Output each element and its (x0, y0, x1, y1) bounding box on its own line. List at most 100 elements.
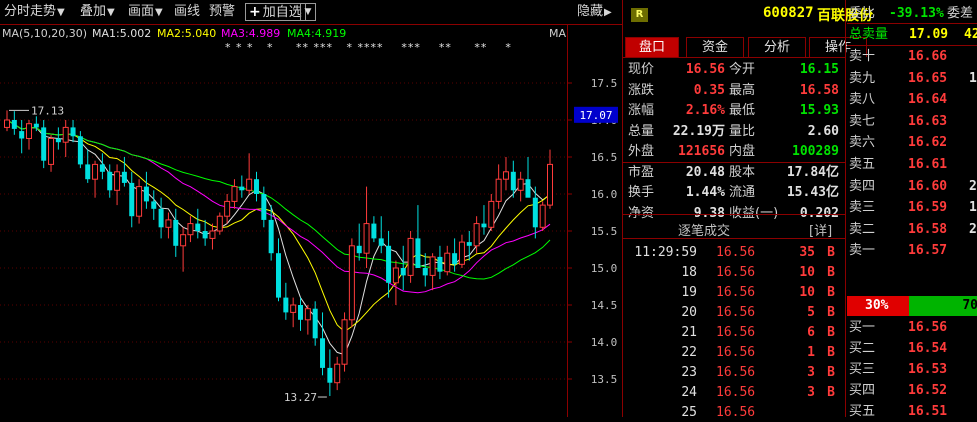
candle-body (209, 230, 216, 239)
candle-body (298, 305, 304, 320)
trade-volume: 10 (799, 265, 815, 280)
quote-label: 最高 (729, 82, 756, 98)
ask-level: 卖七 16.63 (847, 112, 977, 131)
candle-body (231, 186, 238, 202)
quote-value: 2.60 (807, 123, 839, 139)
ask-level: 卖十 16.66 (847, 47, 977, 66)
ask-label: 卖六 (849, 135, 876, 151)
timeshare-button[interactable]: 分时走势▼ (4, 3, 65, 21)
trade-volume: 3 (807, 385, 815, 400)
bid-level: 买五 16.51 (847, 402, 977, 421)
quote-row: 市盈 20.48 股本 17.84亿 (623, 163, 845, 182)
candle-body (415, 238, 421, 268)
quote-label: 市盈 (628, 164, 655, 180)
ask-level: 卖九 16.65 1 (847, 69, 977, 88)
ask-label: 卖二 (849, 221, 876, 237)
candle-body (532, 197, 538, 228)
ask-label: 卖四 (849, 178, 876, 194)
bid-price: 16.52 (908, 383, 948, 398)
buy-ratio-label: 70 (962, 298, 977, 313)
ask-price: 16.64 (908, 92, 948, 108)
ask-label: 卖三 (849, 200, 876, 216)
y-tick-label: 15.5 (591, 225, 618, 238)
trade-direction: B (827, 365, 835, 380)
alert-button[interactable]: 预警 (209, 3, 235, 21)
candle-body (26, 123, 33, 139)
candle-body (92, 163, 99, 180)
expand-arrow-icon: ▶ (604, 7, 612, 18)
dropdown-arrow-icon: ▼ (155, 7, 163, 18)
tab-analysis[interactable]: 分析 (748, 37, 806, 57)
trade-volume: 1 (807, 345, 815, 360)
dropdown-arrow-icon: ▼ (57, 7, 65, 18)
overlay-button[interactable]: 叠加▼ (80, 3, 115, 21)
total-sell-extra: 42 (964, 27, 977, 42)
add-watchlist-dropdown[interactable]: ▼ (300, 3, 316, 21)
candle-body (452, 253, 458, 265)
quote-value: 16.56 (685, 62, 725, 77)
candle-body (283, 297, 289, 313)
candle-body (151, 201, 157, 209)
candle-body (173, 219, 179, 246)
ask-level: 卖三 16.59 1 (847, 198, 977, 217)
candle-body (261, 194, 267, 220)
rzrq-badge[interactable]: R (631, 8, 648, 22)
candle-body (341, 319, 348, 365)
candle-body (77, 136, 83, 165)
candle-body (502, 171, 509, 180)
ask-label: 卖五 (849, 157, 876, 172)
candle-body (224, 200, 231, 217)
candle-body (488, 200, 495, 228)
quote-label: 最低 (729, 103, 756, 118)
trade-row: 23 16.56 3 B (623, 363, 845, 382)
candle-body (363, 223, 370, 254)
candle-body (407, 237, 414, 276)
ask-price: 16.62 (908, 135, 948, 151)
trade-row: 19 16.56 10 B (623, 283, 845, 302)
ask-volume: 1 (969, 70, 977, 86)
trades-detail-link[interactable]: [详] (809, 220, 832, 239)
y-tick-label: 13.5 (591, 373, 618, 386)
trade-row: 22 16.56 1 B (623, 343, 845, 362)
candle-body (458, 241, 465, 265)
hide-button[interactable]: 隐藏▶ (577, 3, 612, 21)
quote-row: 总量 22.19万 量比 2.60 (623, 122, 845, 141)
buy-sell-ratio-bar: 30% 70 (847, 296, 977, 316)
draw-line-button[interactable]: 画线 (174, 3, 200, 21)
y-tick-label: 16.0 (591, 188, 618, 201)
bid-label: 买三 (849, 362, 876, 377)
candle-body (202, 231, 208, 239)
candle-body (99, 164, 105, 172)
trade-direction: B (827, 285, 835, 300)
candle-body (481, 223, 487, 228)
ask-level: 卖一 16.57 (847, 241, 977, 260)
ask-volume: 2 (969, 221, 977, 237)
candle-body (327, 367, 333, 383)
trade-direction: B (827, 345, 835, 360)
tab-funds[interactable]: 资金 (686, 37, 744, 57)
quote-label: 今开 (729, 62, 756, 77)
ask-price: 16.66 (908, 49, 948, 64)
kline-chart[interactable]: 17.1313.27 17.517.016.516.015.515.014.51… (0, 24, 622, 417)
candle-body (19, 131, 25, 139)
ask-label: 卖一 (849, 243, 876, 259)
tab-pankou[interactable]: 盘口 (625, 37, 679, 57)
trade-price: 16.56 (716, 365, 756, 380)
candle-body (304, 308, 311, 321)
quote-label: 现价 (628, 62, 655, 77)
candle-body (400, 268, 406, 276)
candle-body (195, 223, 201, 231)
quote-row: 外盘 121656 内盘 100289 (623, 142, 845, 161)
quote-value: 16.15 (799, 62, 839, 77)
candle-body (510, 171, 516, 191)
ask-price: 16.63 (908, 113, 948, 129)
candle-body (246, 178, 253, 191)
quote-label: 流通 (729, 185, 756, 200)
trade-row: 21 16.56 6 B (623, 323, 845, 342)
add-watchlist-button[interactable]: + 加自选 (245, 3, 306, 21)
canvas-button[interactable]: 画面▼ (128, 3, 163, 21)
canvas-label: 画面 (128, 4, 155, 19)
trade-direction: B (827, 385, 835, 400)
quote-label: 涨幅 (628, 103, 655, 118)
total-sell-label: 总卖量 (849, 27, 889, 42)
